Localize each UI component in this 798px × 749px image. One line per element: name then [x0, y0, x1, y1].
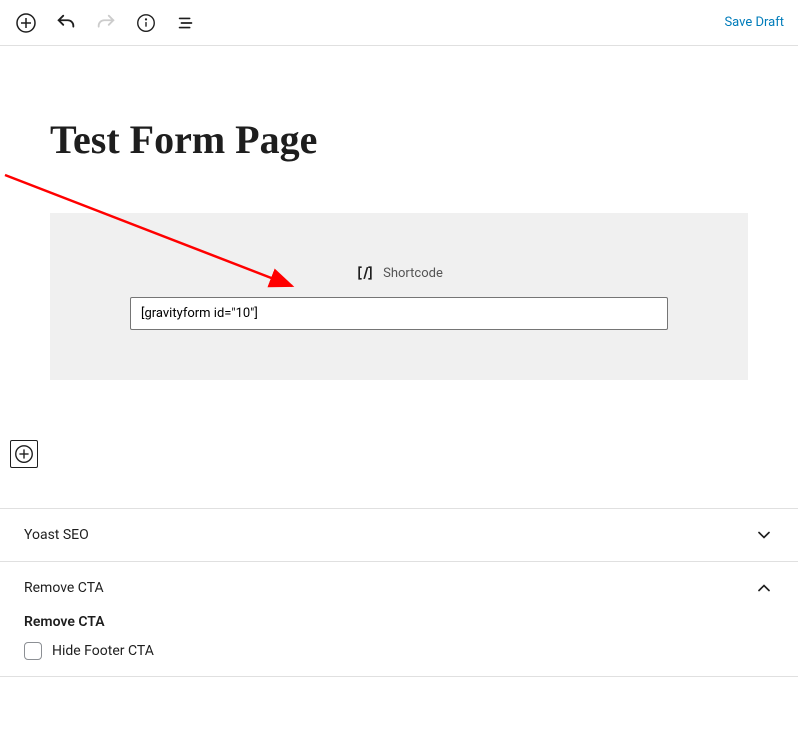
panel-remove-cta-body-title: Remove CTA [24, 614, 774, 630]
save-draft-button[interactable]: Save Draft [724, 15, 784, 30]
shortcode-header: Shortcode [130, 263, 668, 283]
shortcode-label: Shortcode [383, 266, 443, 281]
chevron-down-icon [754, 525, 774, 545]
panel-remove-cta: Remove CTA Remove CTA Hide Footer CTA [0, 562, 798, 677]
hide-footer-cta-checkbox[interactable] [24, 642, 42, 660]
shortcode-input[interactable] [130, 297, 668, 330]
redo-icon [94, 11, 118, 35]
shortcode-icon [355, 263, 375, 283]
hide-footer-cta-label: Hide Footer CTA [52, 643, 154, 659]
panel-remove-cta-title: Remove CTA [24, 580, 104, 596]
editor-toolbar: Save Draft [0, 0, 798, 46]
panel-remove-cta-body: Remove CTA Hide Footer CTA [0, 614, 798, 676]
panel-yoast-seo: Yoast SEO [0, 509, 798, 562]
toolbar-left [14, 11, 198, 35]
outline-icon[interactable] [174, 11, 198, 35]
panel-yoast-title: Yoast SEO [24, 527, 89, 543]
info-icon[interactable] [134, 11, 158, 35]
undo-icon[interactable] [54, 11, 78, 35]
panel-yoast-header[interactable]: Yoast SEO [0, 509, 798, 561]
hide-footer-cta-row: Hide Footer CTA [24, 642, 774, 660]
editor-canvas: Test Form Page Shortcode [0, 46, 798, 430]
page-title[interactable]: Test Form Page [50, 116, 748, 163]
add-block-after [0, 430, 798, 468]
chevron-up-icon [754, 578, 774, 598]
add-block-button[interactable] [10, 440, 38, 468]
shortcode-block[interactable]: Shortcode [50, 213, 748, 380]
add-block-icon[interactable] [14, 11, 38, 35]
metabox-panels: Yoast SEO Remove CTA Remove CTA Hide Foo… [0, 508, 798, 677]
panel-remove-cta-header[interactable]: Remove CTA [0, 562, 798, 614]
